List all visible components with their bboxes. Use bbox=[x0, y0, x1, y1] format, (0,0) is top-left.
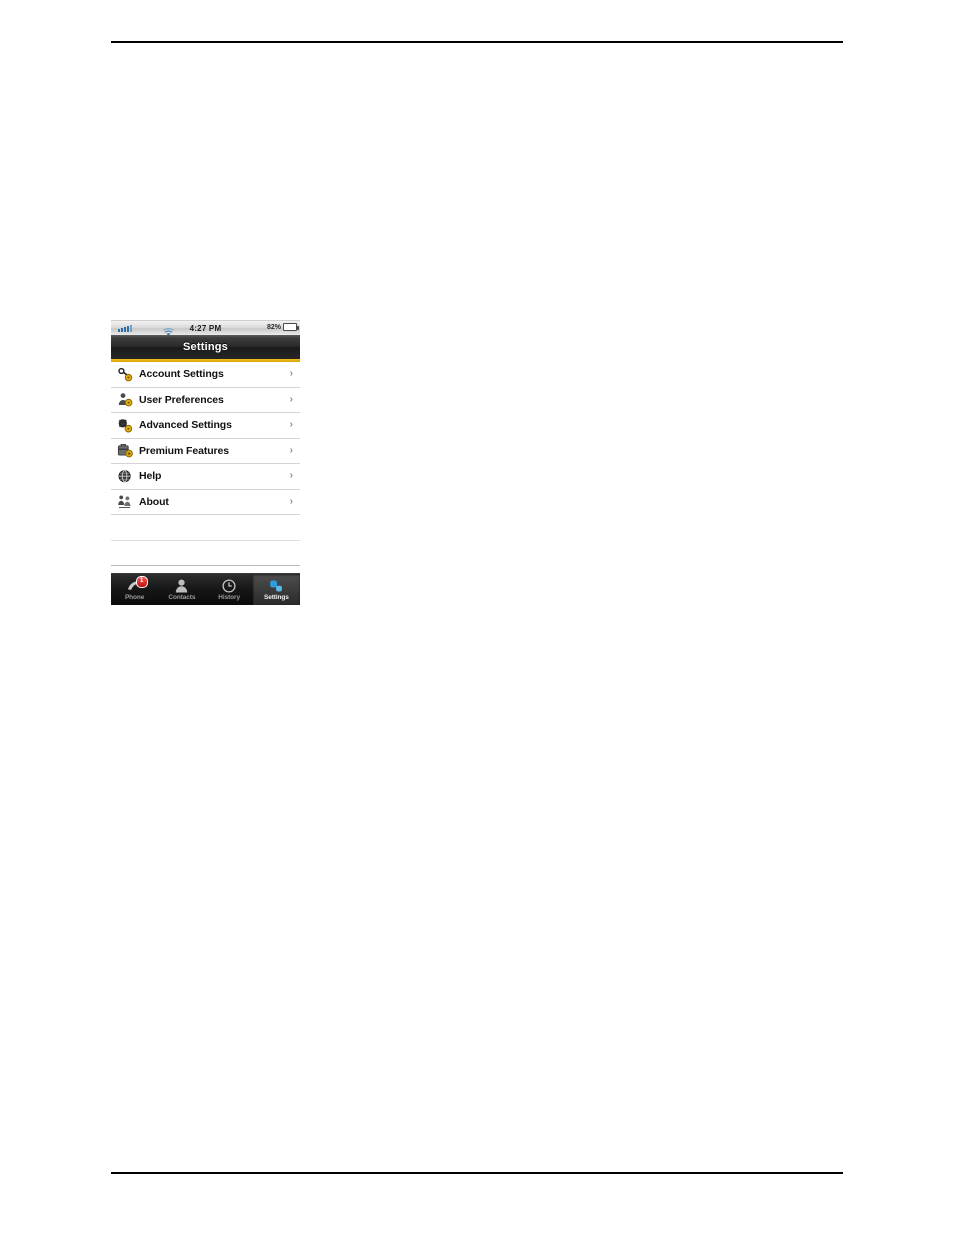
chevron-right-icon: › bbox=[289, 419, 293, 431]
iphone-settings-screenshot: 4:27 PM 82% Settings Account Settings › bbox=[111, 320, 300, 605]
page-header-rule bbox=[111, 41, 843, 43]
user-gear-icon bbox=[115, 391, 135, 409]
status-bar-right-cluster: 82% bbox=[266, 323, 299, 331]
tab-history[interactable]: History bbox=[206, 574, 253, 605]
menu-item-label: Advanced Settings bbox=[139, 419, 232, 432]
people-info-icon bbox=[115, 493, 135, 511]
account-key-icon bbox=[115, 365, 135, 383]
page-title: Settings bbox=[183, 341, 228, 353]
menu-item-label: About bbox=[139, 495, 169, 508]
tab-bar: 1 Phone Contacts History Settings bbox=[111, 573, 300, 605]
menu-item-label: Premium Features bbox=[139, 444, 230, 457]
chevron-right-icon: › bbox=[289, 444, 293, 456]
tab-phone[interactable]: 1 Phone bbox=[111, 574, 158, 605]
tab-label: Contacts bbox=[168, 594, 196, 601]
gears-icon bbox=[115, 416, 135, 434]
menu-item-premium-features[interactable]: Premium Features › bbox=[111, 438, 300, 464]
phone-badge-count: 1 bbox=[135, 576, 148, 588]
settings-menu-list: Account Settings › User Preferences › Ad… bbox=[111, 362, 300, 566]
chevron-right-icon: › bbox=[289, 368, 293, 380]
menu-item-label: Account Settings bbox=[139, 368, 224, 381]
tab-label: Phone bbox=[124, 594, 145, 601]
empty-list-row bbox=[111, 540, 300, 566]
empty-list-row bbox=[111, 515, 300, 541]
tab-settings[interactable]: Settings bbox=[252, 574, 300, 605]
menu-item-help[interactable]: Help › bbox=[111, 464, 300, 490]
menu-item-label: Help bbox=[139, 470, 162, 483]
battery-charging-icon bbox=[283, 323, 299, 331]
tab-label: Settings bbox=[263, 594, 289, 601]
chevron-right-icon: › bbox=[289, 470, 293, 482]
navigation-bar: Settings bbox=[111, 335, 300, 359]
chevron-right-icon: › bbox=[289, 495, 293, 507]
chevron-right-icon: › bbox=[289, 393, 293, 405]
person-icon bbox=[173, 578, 191, 593]
tab-label: History bbox=[218, 594, 240, 601]
menu-item-account-settings[interactable]: Account Settings › bbox=[111, 362, 300, 388]
tab-contacts[interactable]: Contacts bbox=[158, 574, 205, 605]
menu-item-about[interactable]: About › bbox=[111, 489, 300, 515]
menu-item-label: User Preferences bbox=[139, 393, 224, 406]
menu-item-advanced-settings[interactable]: Advanced Settings › bbox=[111, 413, 300, 439]
menu-item-user-preferences[interactable]: User Preferences › bbox=[111, 387, 300, 413]
page-footer-rule bbox=[111, 1172, 843, 1174]
briefcase-add-icon bbox=[115, 442, 135, 460]
status-bar: 4:27 PM 82% bbox=[111, 320, 300, 336]
gears-icon bbox=[267, 578, 285, 593]
handset-icon: 1 bbox=[126, 576, 148, 593]
globe-help-icon bbox=[115, 467, 135, 485]
list-bottom-gap bbox=[111, 566, 300, 573]
clock-icon bbox=[220, 578, 238, 593]
battery-percent-label: 82% bbox=[266, 323, 281, 331]
